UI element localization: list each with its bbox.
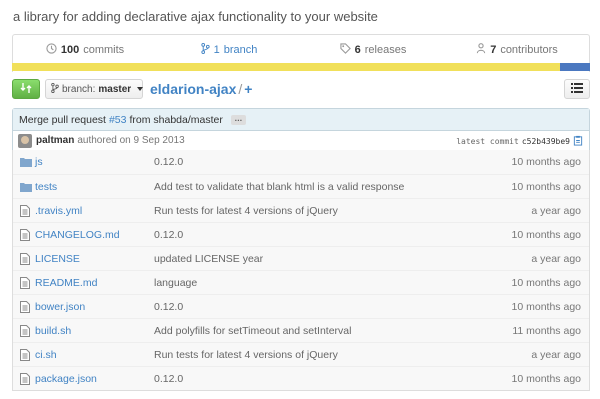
file-age: 10 months ago: [511, 372, 581, 385]
file-commit-message[interactable]: Run tests for latest 4 versions of jQuer…: [154, 205, 494, 217]
file-name-link[interactable]: README.md: [35, 277, 154, 289]
file-commit-message[interactable]: Run tests for latest 4 versions of jQuer…: [154, 349, 494, 361]
language-segment-javascript[interactable]: [12, 63, 560, 71]
file-name-link[interactable]: build.sh: [35, 325, 154, 337]
history-icon: [46, 42, 57, 57]
file-list: js 0.12.0 10 months ago tests Add test t…: [12, 150, 590, 391]
new-file-link[interactable]: +: [244, 81, 252, 97]
commit-title: Merge pull request #53 from shabda/maste…: [13, 109, 589, 130]
file-age: 10 months ago: [511, 180, 581, 193]
commit-title-prefix: Merge pull request: [19, 113, 106, 126]
file-name-link[interactable]: package.json: [35, 373, 154, 385]
file-age: 10 months ago: [511, 156, 581, 168]
branches-count: 1: [213, 43, 220, 56]
file-icon: [13, 276, 35, 289]
file-row: LICENSE updated LICENSE year a year ago: [13, 246, 589, 270]
contributors-count: 7: [490, 43, 497, 56]
file-name-link[interactable]: .travis.yml: [35, 205, 154, 217]
commit-author-link[interactable]: paltman: [36, 135, 74, 146]
commit-sha-link[interactable]: c52b439be9: [522, 137, 570, 146]
contributors-label: contributors: [500, 43, 558, 56]
commit-title-suffix: from shabda/master: [129, 113, 223, 126]
file-age: a year ago: [531, 252, 581, 265]
file-name-link[interactable]: ci.sh: [35, 349, 154, 361]
file-row: bower.json 0.12.0 10 months ago: [13, 294, 589, 318]
latest-commit: latest commit c52b439be9: [456, 135, 583, 148]
branch-name: master: [98, 83, 132, 95]
path-separator: /: [238, 81, 243, 97]
file-commit-message[interactable]: 0.12.0: [154, 373, 494, 385]
language-segment-css[interactable]: [560, 63, 590, 71]
file-age: 11 months ago: [512, 324, 581, 337]
file-name-link[interactable]: js: [35, 156, 154, 168]
latest-commit-box: Merge pull request #53 from shabda/maste…: [12, 108, 590, 151]
file-name-link[interactable]: tests: [35, 181, 154, 193]
commit-meta: paltman authored on 9 Sep 2013 latest co…: [13, 130, 589, 150]
file-commit-message[interactable]: 0.12.0: [154, 229, 494, 241]
file-age: a year ago: [531, 348, 581, 361]
tag-icon: [340, 42, 351, 57]
branch-icon: [51, 82, 59, 96]
file-age: 10 months ago: [511, 276, 581, 289]
file-row: build.sh Add polyfills for setTimeout an…: [13, 318, 589, 342]
file-name-link[interactable]: CHANGELOG.md: [35, 229, 154, 241]
file-row: ci.sh Run tests for latest 4 versions of…: [13, 342, 589, 366]
file-commit-message[interactable]: language: [154, 277, 494, 289]
file-icon: [13, 300, 35, 313]
folder-icon: [13, 182, 35, 192]
file-commit-message[interactable]: 0.12.0: [154, 301, 494, 313]
file-age: 10 months ago: [511, 228, 581, 241]
list-icon: [571, 82, 583, 96]
list-view-button[interactable]: [564, 79, 590, 99]
branch-icon: [200, 42, 210, 57]
pull-request-link[interactable]: #53: [109, 114, 127, 126]
repo-description: a library for adding declarative ajax fu…: [13, 9, 378, 24]
commit-authored-date: authored on 9 Sep 2013: [77, 135, 185, 146]
branches-label: branch: [223, 43, 258, 56]
folder-icon: [13, 157, 35, 167]
commits-count: 100: [60, 43, 80, 56]
commits-label: commits: [83, 43, 125, 56]
expand-commit-button[interactable]: …: [230, 114, 246, 125]
clipboard-icon[interactable]: [573, 135, 583, 148]
file-row: js 0.12.0 10 months ago: [13, 150, 589, 174]
branch-prefix: branch:: [62, 83, 96, 95]
file-icon: [13, 252, 35, 265]
compare-button[interactable]: [12, 79, 40, 99]
file-commit-message[interactable]: Add test to validate that blank html is …: [154, 181, 494, 193]
breadcrumb: eldarion-ajax / +: [150, 81, 252, 97]
file-age: 10 months ago: [511, 300, 581, 313]
file-name-link[interactable]: LICENSE: [35, 253, 154, 265]
organization-icon: [476, 42, 486, 57]
file-row: CHANGELOG.md 0.12.0 10 months ago: [13, 222, 589, 246]
branch-select[interactable]: branch: master: [45, 79, 144, 99]
file-row: README.md language 10 months ago: [13, 270, 589, 294]
file-icon: [13, 348, 35, 361]
latest-commit-label: latest commit: [456, 137, 519, 146]
releases-count: 6: [354, 43, 361, 56]
file-row: .travis.yml Run tests for latest 4 versi…: [13, 198, 589, 222]
chevron-down-icon: [137, 87, 144, 91]
compare-icon: [20, 82, 32, 97]
language-bar[interactable]: [12, 63, 590, 71]
file-name-link[interactable]: bower.json: [35, 301, 154, 313]
repo-name-link[interactable]: eldarion-ajax: [150, 81, 236, 97]
releases-label: releases: [364, 43, 407, 56]
file-icon: [13, 204, 35, 217]
file-age: a year ago: [531, 204, 581, 217]
file-icon: [13, 228, 35, 241]
file-row: tests Add test to validate that blank ht…: [13, 174, 589, 198]
file-icon: [13, 372, 35, 385]
file-commit-message[interactable]: Add polyfills for setTimeout and setInte…: [154, 325, 494, 337]
file-commit-message[interactable]: updated LICENSE year: [154, 253, 494, 265]
avatar[interactable]: [18, 133, 32, 148]
file-commit-message[interactable]: 0.12.0: [154, 156, 494, 168]
file-row: package.json 0.12.0 10 months ago: [13, 366, 589, 390]
file-icon: [13, 324, 35, 337]
